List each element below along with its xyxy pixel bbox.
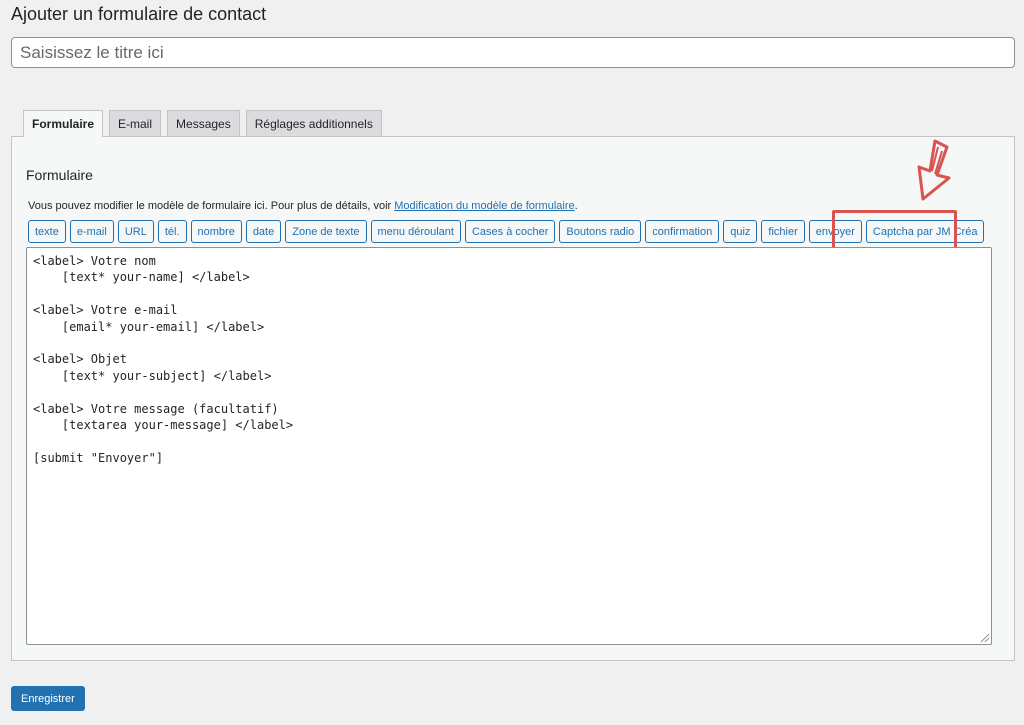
panel-heading: Formulaire: [26, 167, 93, 183]
tag-button-fichier[interactable]: fichier: [761, 220, 805, 243]
down-arrow-icon: [917, 139, 951, 201]
form-title-input[interactable]: [11, 37, 1015, 68]
tag-button-confirmation[interactable]: confirmation: [645, 220, 720, 243]
tag-button-nombre[interactable]: nombre: [190, 220, 242, 243]
help-text: Vous pouvez modifier le modèle de formul…: [28, 200, 578, 212]
tag-button-texte[interactable]: texte: [28, 220, 66, 243]
tab-bar: Formulaire E-mail Messages Réglages addi…: [23, 110, 382, 137]
tab-formulaire[interactable]: Formulaire: [23, 110, 104, 137]
tag-button-url[interactable]: URL: [117, 220, 154, 243]
help-text-body: Vous pouvez modifier le modèle de formul…: [28, 200, 395, 212]
help-text-end: .: [574, 200, 578, 212]
tag-button-quiz[interactable]: quiz: [723, 220, 758, 243]
form-template-editor[interactable]: <label> Votre nom [text* your-name] </la…: [26, 247, 992, 645]
tag-button-tel[interactable]: tél.: [157, 220, 187, 243]
tag-generator-buttons: texte e-mail URL tél. nombre date Zone d…: [28, 220, 985, 243]
help-link[interactable]: Modification du modèle de formulaire: [394, 200, 574, 212]
tab-messages[interactable]: Messages: [167, 110, 240, 136]
tag-button-envoyer[interactable]: envoyer: [808, 220, 862, 243]
tag-button-email[interactable]: e-mail: [69, 220, 114, 243]
form-panel: Formulaire Vous pouvez modifier le modèl…: [11, 136, 1015, 661]
tab-email[interactable]: E-mail: [109, 110, 162, 136]
tag-button-date[interactable]: date: [245, 220, 282, 243]
tag-button-cases-a-cocher[interactable]: Cases à cocher: [464, 220, 556, 243]
tag-button-menu-deroulant[interactable]: menu déroulant: [370, 220, 461, 243]
save-button[interactable]: Enregistrer: [11, 686, 85, 711]
tab-reglages-additionnels[interactable]: Réglages additionnels: [245, 110, 382, 136]
tag-button-boutons-radio[interactable]: Boutons radio: [559, 220, 642, 243]
tag-button-zone-de-texte[interactable]: Zone de texte: [285, 220, 367, 243]
tag-button-captcha[interactable]: Captcha par JM Créa: [865, 220, 985, 243]
page-title: Ajouter un formulaire de contact: [11, 4, 267, 24]
